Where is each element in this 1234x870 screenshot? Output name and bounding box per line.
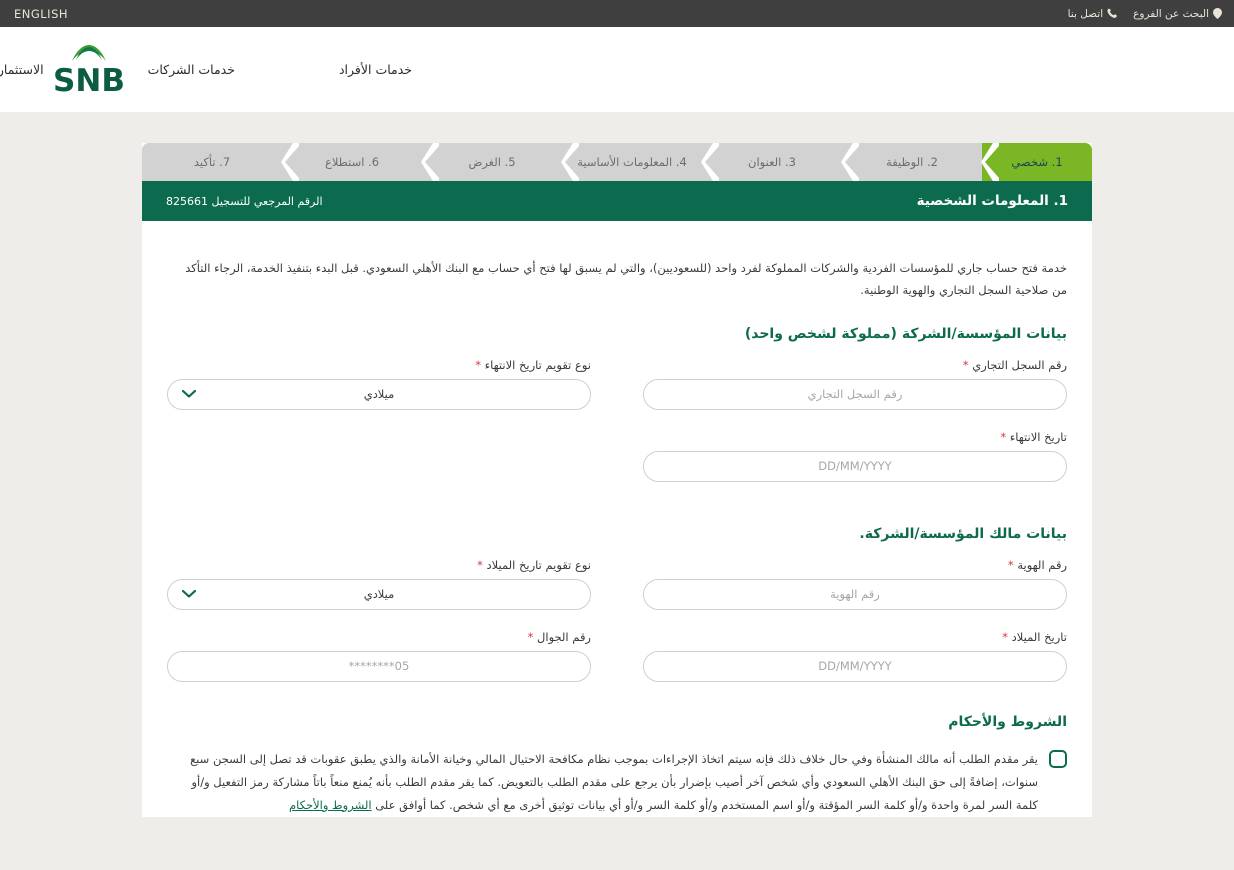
cr-number-input[interactable] (643, 378, 1067, 410)
id-number-control (643, 578, 1067, 610)
birth-date-control (643, 650, 1067, 682)
company-section-title: بيانات المؤسسة/الشركة (مملوكة لشخص واحد) (744, 325, 1067, 342)
language-switch-english[interactable]: ENGLISH (14, 7, 68, 21)
required-marker: * (1007, 557, 1014, 572)
birth-calendar-type-value: ميلادي (363, 587, 395, 602)
section-title: 1. المعلومات الشخصية (916, 193, 1068, 209)
expiry-date-label: تاريخ الانتهاء * (1000, 429, 1067, 444)
step-2-job[interactable]: 2. الوظيفة (842, 143, 982, 181)
contact-us-link[interactable]: اتصل بنا (1068, 8, 1120, 20)
required-marker: * (475, 357, 482, 372)
field-birth-date: تاريخ الميلاد * (643, 630, 1067, 682)
required-marker: * (1000, 429, 1007, 444)
owner-right-column: رقم الهوية * تاريخ الميلاد * (617, 558, 1067, 702)
form-card: 1. شخصي 2. الوظيفة 3. العنوان 4. المعلوم… (142, 143, 1092, 817)
field-mobile-number: رقم الجوال * (167, 630, 591, 682)
owner-left-column: نوع تقويم تاريخ الميلاد * ميلادي رقم الج… (167, 558, 617, 702)
main-navigation: SNB خدمات الأفراد خدمات الشركات الاستثما… (0, 27, 1234, 112)
terms-text: يقر مقدم الطلب أنه مالك المنشأة وفي حال … (167, 748, 1038, 817)
form-intro-text: خدمة فتح حساب جاري للمؤسسات الفردية والش… (185, 261, 1067, 298)
birth-date-label: تاريخ الميلاد * (1002, 629, 1067, 644)
section-header: 1. المعلومات الشخصية الرقم المرجعي للتسج… (142, 181, 1092, 221)
step-3-address[interactable]: 3. العنوان (702, 143, 842, 181)
step-6-survey[interactable]: 6. استطلاع (282, 143, 422, 181)
field-id-number: رقم الهوية * (643, 558, 1067, 610)
birth-calendar-type-control: ميلادي (167, 578, 591, 610)
mobile-number-input[interactable] (167, 650, 591, 682)
terms-row: يقر مقدم الطلب أنه مالك المنشأة وفي حال … (167, 748, 1067, 817)
owner-section-title: بيانات مالك المؤسسة/الشركة. (859, 525, 1067, 542)
cr-number-control (643, 378, 1067, 410)
page-container: 1. شخصي 2. الوظيفة 3. العنوان 4. المعلوم… (0, 112, 1234, 817)
form-body: خدمة فتح حساب جاري للمؤسسات الفردية والش… (142, 221, 1092, 817)
terms-title: الشروط والأحكام (948, 713, 1067, 730)
required-marker: * (477, 557, 483, 572)
expiry-calendar-type-value: ميلادي (363, 387, 395, 402)
top-utility-links: البحث عن الفروع اتصل بنا (1068, 8, 1222, 20)
nav-item-corporate-services[interactable]: خدمات الشركات (96, 62, 287, 77)
field-cr-number: رقم السجل التجاري * (643, 358, 1067, 410)
birth-calendar-type-select[interactable]: ميلادي (167, 578, 591, 610)
company-right-column: رقم السجل التجاري * تاريخ الانتهاء * (617, 358, 1067, 502)
mobile-number-control (167, 650, 591, 682)
contact-us-label: اتصل بنا (1067, 7, 1104, 20)
field-expiry-date: تاريخ الانتهاء * (643, 430, 1067, 482)
branch-locator-link[interactable]: البحث عن الفروع (1133, 8, 1222, 20)
branch-locator-label: البحث عن الفروع (1133, 7, 1209, 20)
nav-item-individual-services[interactable]: خدمات الأفراد (287, 62, 464, 77)
company-left-column: نوع تقويم تاريخ الانتهاء * ميلادي (167, 358, 617, 502)
required-marker: * (962, 357, 969, 372)
step-5-purpose[interactable]: 5. الغرض (422, 143, 562, 181)
terms-and-conditions-link[interactable]: الشروط والأحكام (289, 798, 372, 812)
owner-fields-grid: رقم الهوية * تاريخ الميلاد * (167, 558, 1067, 702)
expiry-date-control (643, 450, 1067, 482)
step-4-basic-information[interactable]: 4. المعلومات الأساسية (562, 143, 702, 181)
registration-reference: الرقم المرجعي للتسجيل 825661 (166, 194, 323, 208)
birth-date-input[interactable] (643, 650, 1067, 682)
nav-items: خدمات الأفراد خدمات الشركات الاستثمار من… (0, 27, 464, 112)
layout-spacer (167, 430, 591, 481)
phone-icon (1107, 8, 1119, 19)
nav-item-investment[interactable]: الاستثمار (0, 62, 96, 77)
step-1-personal[interactable]: 1. شخصي (982, 143, 1092, 181)
cr-number-label: رقم السجل التجاري * (962, 357, 1067, 372)
location-pin-icon (1213, 8, 1222, 19)
field-expiry-calendar-type: نوع تقويم تاريخ الانتهاء * ميلادي (167, 358, 591, 410)
expiry-calendar-type-label: نوع تقويم تاريخ الانتهاء * (475, 357, 591, 372)
mobile-number-label: رقم الجوال * (527, 629, 591, 644)
birth-calendar-type-label: نوع تقويم تاريخ الميلاد * (477, 557, 591, 572)
required-marker: * (1002, 629, 1008, 644)
step-wizard: 1. شخصي 2. الوظيفة 3. العنوان 4. المعلوم… (142, 143, 1092, 181)
chevron-down-icon (182, 390, 196, 399)
expiry-date-input[interactable] (643, 450, 1067, 482)
expiry-calendar-type-control: ميلادي (167, 378, 591, 410)
top-utility-bar: البحث عن الفروع اتصل بنا ENGLISH (0, 0, 1234, 27)
company-fields-grid: رقم السجل التجاري * تاريخ الانتهاء * (167, 358, 1067, 502)
chevron-down-icon (182, 590, 196, 599)
expiry-calendar-type-select[interactable]: ميلادي (167, 378, 591, 410)
required-marker: * (527, 629, 534, 644)
step-7-confirmation[interactable]: 7. تأكيد (142, 143, 282, 181)
terms-checkbox[interactable] (1049, 749, 1067, 768)
id-number-input[interactable] (643, 578, 1067, 610)
field-birth-calendar-type: نوع تقويم تاريخ الميلاد * ميلادي (167, 558, 591, 610)
id-number-label: رقم الهوية * (1007, 557, 1067, 572)
